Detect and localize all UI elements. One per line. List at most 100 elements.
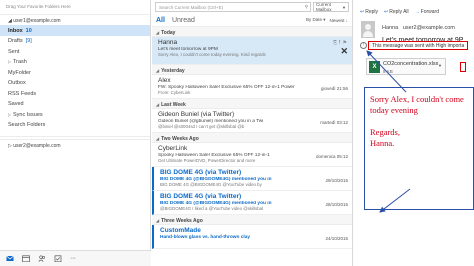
folder-outbox[interactable]: Outbox	[0, 78, 150, 89]
message-date: 29/10/2015	[325, 178, 348, 183]
message-preview: @BIGDOME4G I liked a @YouTube video @ski…	[160, 206, 264, 211]
folder-pane: Drag Your Favorite Folders Here ◢ user1@…	[0, 0, 151, 266]
sort-controls: By Date ▾ Newest ↓	[306, 17, 348, 23]
message-body-callout: Sorry Alex, I couldn't come today evenin…	[364, 87, 474, 210]
tab-unread[interactable]: Unread	[172, 17, 195, 24]
folder-search-folders[interactable]: Search Folders	[0, 120, 150, 131]
calendar-icon[interactable]	[22, 255, 30, 262]
folder-label: Drafts	[8, 38, 23, 44]
chevron-down-icon[interactable]: ▼	[438, 63, 442, 68]
group-label: Today	[161, 29, 176, 36]
message-subject: Spooky Halloween Sale! Exclusive 65% OFF…	[158, 152, 270, 158]
group-label: Three Weeks Ago	[161, 217, 203, 224]
message-item-unread[interactable]: BIG DOME 4G (via Twitter) BIG DOME 4G (@…	[152, 191, 352, 215]
avatar	[361, 21, 375, 38]
account-name: user1@example.com	[13, 18, 61, 24]
attachment-card[interactable]: X CO2concentration.xlsx 8 KB ▼	[366, 58, 446, 75]
sort-by-label: By Date	[305, 17, 322, 22]
message-sender: Alex	[158, 77, 171, 84]
message-preview: Sorry Alex, I couldn't come today evenin…	[158, 52, 266, 57]
message-item[interactable]: Alex FW: Spooky Halloween Sale! Exclusiv…	[152, 75, 352, 99]
message-sender: CyberLink	[158, 145, 188, 152]
mail-icon[interactable]	[6, 255, 14, 262]
reply-all-button[interactable]: ↩Reply All	[384, 9, 409, 15]
message-header: Hanna user2@example.com Let's meet tomor…	[354, 16, 474, 56]
folder-drafts[interactable]: Drafts [9]	[0, 36, 150, 47]
reply-toolbar: ↩Reply ↩Reply All →Forward	[360, 9, 439, 15]
folder-rss-feeds[interactable]: RSS Feeds	[0, 88, 150, 99]
message-subject: Let's meet tomorrow at 9PM	[158, 46, 218, 52]
account-header[interactable]: ◢ user1@example.com	[0, 14, 150, 25]
message-date: domenica 05:12	[315, 154, 348, 159]
collapse-triangle-icon: ◢	[156, 29, 160, 35]
excel-file-icon: X	[369, 61, 380, 73]
message-item[interactable]: Gideon Buniel (via Twitter) Gideon Bunie…	[152, 109, 352, 133]
folder-sync-issues[interactable]: ▷ Sync Issues	[0, 109, 150, 120]
message-item-unread[interactable]: BIG DOME 4G (via Twitter) BIG DOME 4G (@…	[152, 167, 352, 191]
chevron-down-icon: ▼	[342, 4, 346, 10]
account-header-2[interactable]: ▷ user2@example.com	[0, 139, 150, 150]
group-label: Last Week	[161, 101, 186, 108]
folder-label: Inbox	[8, 27, 23, 34]
folder-label: Trash	[13, 59, 27, 65]
forward-label: Forward	[420, 9, 439, 15]
delete-icon[interactable]: ✕	[340, 46, 348, 57]
search-icon[interactable]: ⚲	[305, 4, 308, 10]
message-item[interactable]: CyberLink Spooky Halloween Sale! Exclusi…	[152, 143, 352, 167]
search-scope-dropdown[interactable]: Current Mailbox ▼	[313, 2, 349, 12]
folder-inbox[interactable]: Inbox 10	[0, 25, 150, 36]
message-sender: Hanna	[158, 39, 178, 46]
reading-pane: ↩Reply ↩Reply All →Forward Hanna user2@e…	[354, 0, 474, 266]
tasks-icon[interactable]	[54, 255, 62, 262]
folder-sent[interactable]: Sent	[0, 46, 150, 57]
folder-myfolder[interactable]: MyFolder	[0, 67, 150, 78]
module-nav-bar: ···	[0, 250, 151, 266]
group-header-two-weeks[interactable]: ◢ Two Weeks Ago	[152, 133, 352, 143]
search-input[interactable]: Search Current Mailbox (Ctrl+E) ⚲	[155, 2, 311, 12]
divider	[0, 136, 150, 137]
tab-all[interactable]: All	[156, 17, 165, 24]
message-date: 24/10/2015	[325, 236, 348, 241]
reply-all-icon: ↩	[384, 9, 389, 15]
group-label: Yesterday	[161, 67, 185, 74]
group-header-last-week[interactable]: ◢ Last Week	[152, 99, 352, 109]
sort-order-toggle[interactable]: Newest ↓	[329, 18, 348, 23]
reply-button[interactable]: ↩Reply	[360, 9, 378, 15]
recipient[interactable]: user2@example.com	[403, 25, 455, 31]
message-date: 28/10/2015	[325, 202, 348, 207]
message-sender: BIG DOME 4G (via Twitter)	[160, 193, 242, 200]
sort-order-label: Newest	[329, 17, 345, 23]
message-item-unread[interactable]: CustomMade Hand-blown glass vs. hand-thr…	[152, 225, 352, 249]
forward-button[interactable]: →Forward	[415, 9, 439, 15]
chevron-down-icon: ◢	[8, 18, 12, 24]
body-line-3: Hanna.	[370, 137, 395, 148]
sender-name[interactable]: Hanna	[382, 25, 398, 31]
message-item-selected[interactable]: Hanna Let's meet tomorrow at 9PM Sorry A…	[152, 37, 352, 65]
reply-icon: ↩	[360, 9, 365, 15]
importance-info-bar: This message was sent with High importa	[368, 41, 468, 50]
unread-count: 10	[25, 27, 32, 34]
group-header-three-weeks[interactable]: ◢ Three Weeks Ago	[152, 215, 352, 225]
scope-label: Current Mailbox	[316, 2, 332, 12]
message-sender: CustomMade	[160, 227, 201, 234]
collapse-triangle-icon: ◢	[156, 217, 160, 223]
sort-by-dropdown[interactable]: By Date ▾	[306, 17, 326, 23]
collapse-triangle-icon: ◢	[156, 135, 160, 141]
folder-label: Search Folders	[8, 122, 46, 128]
message-sender: BIG DOME 4G (via Twitter)	[160, 169, 242, 176]
group-header-yesterday[interactable]: ◢ Yesterday	[152, 65, 352, 75]
reply-label: Reply	[365, 9, 378, 15]
search-placeholder: Search Current Mailbox (Ctrl+E)	[159, 4, 224, 10]
people-icon[interactable]	[38, 255, 46, 262]
group-header-today[interactable]: ◢ Today	[152, 27, 352, 37]
more-icon[interactable]: ···	[70, 255, 76, 262]
favorites-drop-hint: Drag Your Favorite Folders Here	[6, 4, 71, 9]
message-preview: BIG DOME 4G @BIGDOME4G @YouTube video by	[160, 182, 262, 187]
message-subject: BIG DOME 4G (@BIGDOME4G) mentioned you i…	[160, 176, 272, 182]
message-subject: Gideon Buniel (@gbuniel) mentioned you i…	[158, 118, 264, 124]
folder-trash[interactable]: ▷ Trash	[0, 57, 150, 68]
reply-all-label: Reply All	[389, 9, 409, 15]
message-subject: FW: Spooky Halloween Sale! Exclusive 65%…	[158, 84, 295, 90]
forward-icon: →	[414, 9, 420, 15]
folder-saved[interactable]: Saved	[0, 99, 150, 110]
